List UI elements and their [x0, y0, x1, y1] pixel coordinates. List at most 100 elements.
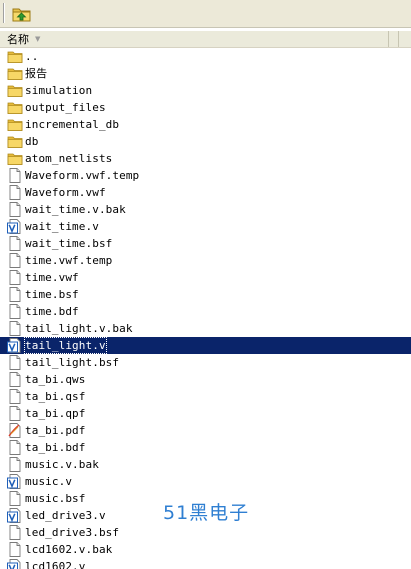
file-name-label: time.vwf: [25, 271, 79, 284]
file-name-label: ta_bi.bdf: [25, 441, 86, 454]
file-list-item[interactable]: lcd1602.v.bak: [0, 541, 411, 558]
file-list-item[interactable]: Waveform.vwf: [0, 184, 411, 201]
file-name-label: simulation: [25, 84, 93, 97]
file-icon: [7, 185, 23, 200]
file-list-item[interactable]: Waveform.vwf.temp: [0, 167, 411, 184]
file-name-label: tail_light.v.bak: [25, 322, 133, 335]
file-list-item[interactable]: 报告: [0, 65, 411, 82]
folder-icon: [7, 66, 23, 81]
folder-icon: [7, 117, 23, 132]
file-list-item[interactable]: wait_time.v.bak: [0, 201, 411, 218]
folder-icon: [7, 100, 23, 115]
file-name-label: db: [25, 135, 39, 148]
file-icon: [7, 321, 23, 336]
file-name-label: ta_bi.qws: [25, 373, 86, 386]
file-name-label: tail_light.v: [24, 337, 107, 354]
file-name-label: time.vwf.temp: [25, 254, 113, 267]
file-name-label: wait_time.v: [25, 220, 99, 233]
file-list-item[interactable]: output_files: [0, 99, 411, 116]
file-name-label: ..: [25, 50, 39, 63]
file-list-item[interactable]: incremental_db: [0, 116, 411, 133]
file-name-label: ta_bi.qpf: [25, 407, 86, 420]
file-icon: [7, 525, 23, 540]
verilog-file-icon: [7, 508, 23, 523]
list-header: 名称 ▼: [0, 31, 411, 48]
file-list-item[interactable]: ta_bi.qsf: [0, 388, 411, 405]
file-name-label: output_files: [25, 101, 106, 114]
file-list-item[interactable]: ta_bi.pdf: [0, 422, 411, 439]
file-list-item[interactable]: music.v: [0, 473, 411, 490]
file-name-label: tail_light.bsf: [25, 356, 120, 369]
file-list-item[interactable]: tail_light.v: [0, 337, 411, 354]
file-icon: [7, 372, 23, 387]
folder-icon: [7, 151, 23, 166]
folder-icon: [7, 49, 23, 64]
file-list-item[interactable]: time.vwf.temp: [0, 252, 411, 269]
file-name-label: time.bdf: [25, 305, 79, 318]
file-list-item[interactable]: simulation: [0, 82, 411, 99]
toolbar-grip: [3, 3, 5, 23]
file-list-item[interactable]: ..: [0, 48, 411, 65]
file-name-label: Waveform.vwf: [25, 186, 106, 199]
file-name-label: music.v.bak: [25, 458, 99, 471]
file-icon: [7, 389, 23, 404]
file-name-label: wait_time.bsf: [25, 237, 113, 250]
file-list-item[interactable]: wait_time.v: [0, 218, 411, 235]
file-icon: [7, 304, 23, 319]
verilog-file-icon: [7, 559, 23, 569]
file-name-label: lcd1602.v.bak: [25, 543, 113, 556]
file-icon: [7, 287, 23, 302]
file-name-label: led_drive3.v: [25, 509, 106, 522]
file-list: .. 报告 simulation output_files incremental_db…: [0, 48, 411, 569]
file-icon: [7, 270, 23, 285]
file-icon: [7, 236, 23, 251]
name-column-header[interactable]: 名称 ▼: [0, 31, 389, 47]
file-icon: [7, 202, 23, 217]
file-name-label: lcd1602.v: [25, 560, 86, 569]
file-name-label: led_drive3.bsf: [25, 526, 120, 539]
file-list-item[interactable]: atom_netlists: [0, 150, 411, 167]
file-list-item[interactable]: tail_light.bsf: [0, 354, 411, 371]
file-list-item[interactable]: time.vwf: [0, 269, 411, 286]
pdf-file-icon: [7, 423, 23, 438]
file-list-item[interactable]: time.bsf: [0, 286, 411, 303]
column-divider: [398, 31, 399, 47]
file-list-item[interactable]: ta_bi.bdf: [0, 439, 411, 456]
file-list-item[interactable]: lcd1602.v: [0, 558, 411, 569]
file-list-item[interactable]: time.bdf: [0, 303, 411, 320]
file-name-label: music.bsf: [25, 492, 86, 505]
file-list-item[interactable]: ta_bi.qws: [0, 371, 411, 388]
file-name-label: atom_netlists: [25, 152, 113, 165]
verilog-file-icon: [7, 474, 23, 489]
file-name-label: incremental_db: [25, 118, 120, 131]
folder-icon: [7, 134, 23, 149]
file-list-item[interactable]: music.v.bak: [0, 456, 411, 473]
watermark-text: 51黑电子: [163, 502, 250, 524]
sort-down-icon: ▼: [35, 35, 41, 43]
file-name-label: ta_bi.pdf: [25, 424, 86, 437]
name-column-label: 名称: [7, 33, 29, 46]
file-list-item[interactable]: wait_time.bsf: [0, 235, 411, 252]
toolbar: [0, 0, 411, 28]
file-icon: [7, 491, 23, 506]
up-folder-icon: [12, 8, 31, 22]
file-list-item[interactable]: led_drive3.bsf: [0, 524, 411, 541]
up-folder-button[interactable]: [12, 4, 32, 23]
file-icon: [7, 542, 23, 557]
file-name-label: wait_time.v.bak: [25, 203, 126, 216]
file-icon: [7, 457, 23, 472]
file-list-item[interactable]: db: [0, 133, 411, 150]
file-icon: [7, 406, 23, 421]
file-name-label: ta_bi.qsf: [25, 390, 86, 403]
verilog-file-icon: [7, 219, 23, 234]
file-icon: [7, 355, 23, 370]
file-icon: [7, 440, 23, 455]
file-name-label: time.bsf: [25, 288, 79, 301]
file-name-label: music.v: [25, 475, 73, 488]
file-name-label: 报告: [25, 67, 48, 80]
file-list-item[interactable]: tail_light.v.bak: [0, 320, 411, 337]
file-list-item[interactable]: ta_bi.qpf: [0, 405, 411, 422]
verilog-file-icon: [7, 338, 23, 353]
file-name-label: Waveform.vwf.temp: [25, 169, 140, 182]
folder-icon: [7, 83, 23, 98]
